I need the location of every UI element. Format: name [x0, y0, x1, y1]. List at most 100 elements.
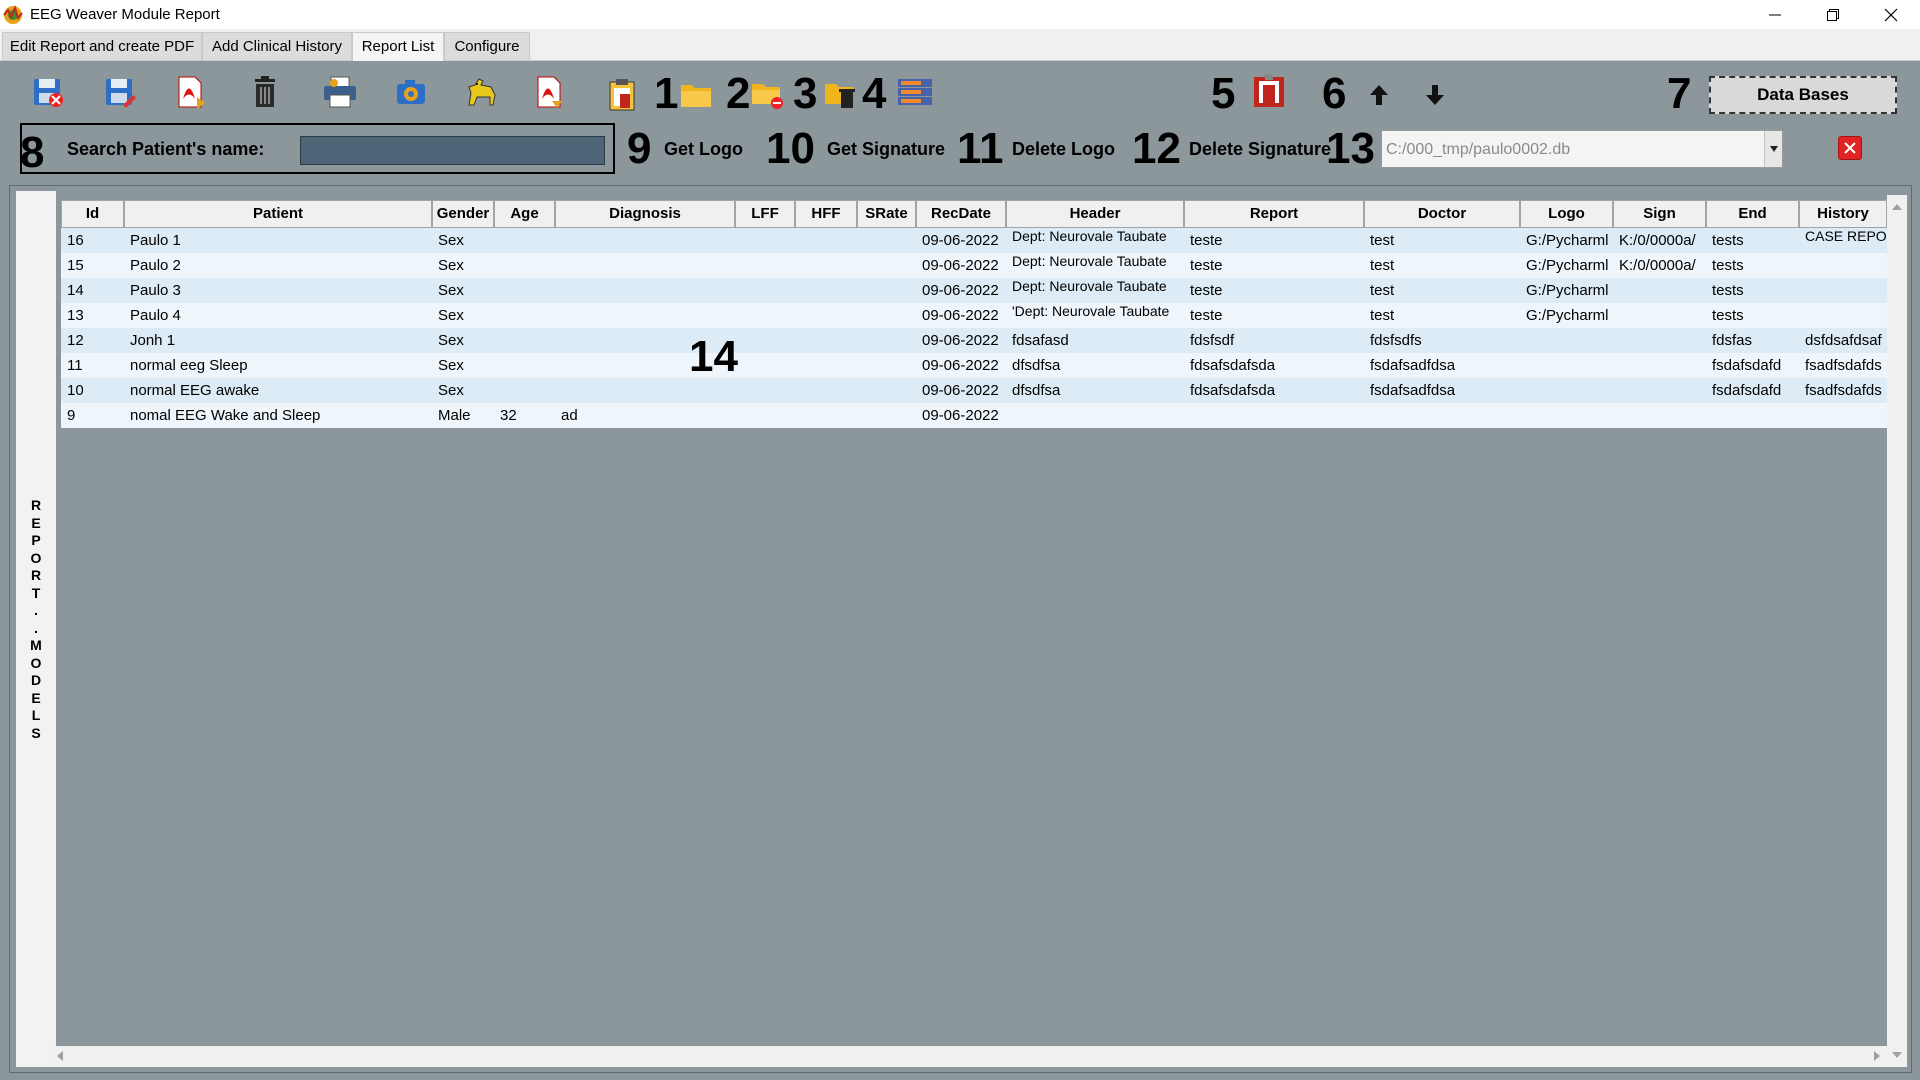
- get-signature-folder-button[interactable]: [748, 73, 788, 113]
- cell-report[interactable]: teste: [1184, 253, 1364, 278]
- cell-recdate[interactable]: 09-06-2022: [916, 403, 1006, 428]
- cell-header[interactable]: dfsdfsa: [1006, 378, 1184, 403]
- column-header-gender[interactable]: Gender: [432, 200, 494, 228]
- delete-logo-button[interactable]: Delete Logo: [1012, 139, 1115, 160]
- cell-end[interactable]: fdsfas: [1706, 328, 1799, 353]
- tab-edit-report[interactable]: Edit Report and create PDF: [2, 32, 202, 61]
- cell-patient[interactable]: normal eeg Sleep: [124, 353, 432, 378]
- cell-recdate[interactable]: 09-06-2022: [916, 278, 1006, 303]
- cell-header[interactable]: fdsafasd: [1006, 328, 1184, 353]
- cell-id[interactable]: 11: [61, 353, 124, 378]
- cell-srate[interactable]: [857, 278, 916, 303]
- cell-sign[interactable]: [1613, 303, 1706, 328]
- cell-patient[interactable]: Paulo 4: [124, 303, 432, 328]
- table-row[interactable]: 10 normal EEG awake Sex 09-06-2022 dfsdfsa fd…: [61, 378, 1887, 403]
- column-header-diagnosis[interactable]: Diagnosis: [555, 200, 735, 228]
- cell-header[interactable]: Dept: Neurovale Taubate: [1006, 279, 1184, 304]
- cell-logo[interactable]: [1520, 328, 1613, 353]
- cell-id[interactable]: 16: [61, 228, 124, 253]
- table-row[interactable]: 15 Paulo 2 Sex 09-06-2022 Dept: Neurovale Ta…: [61, 253, 1887, 278]
- tab-configure[interactable]: Configure: [444, 32, 530, 61]
- cell-report[interactable]: teste: [1184, 278, 1364, 303]
- get-signature-button[interactable]: Get Signature: [827, 139, 945, 160]
- cell-diagnosis[interactable]: [555, 253, 735, 278]
- cell-history[interactable]: [1799, 403, 1887, 428]
- cell-recdate[interactable]: 09-06-2022: [916, 353, 1006, 378]
- cell-age[interactable]: [494, 228, 555, 253]
- cell-doctor[interactable]: test: [1364, 303, 1520, 328]
- cell-age[interactable]: 32: [494, 403, 555, 428]
- cell-id[interactable]: 13: [61, 303, 124, 328]
- cell-end[interactable]: tests: [1706, 303, 1799, 328]
- cell-end[interactable]: fsdafsdafd: [1706, 378, 1799, 403]
- cell-doctor[interactable]: fsdafsadfdsa: [1364, 353, 1520, 378]
- cell-lff[interactable]: [735, 403, 795, 428]
- delete-signature-button[interactable]: Delete Signature: [1189, 139, 1331, 160]
- cell-header[interactable]: [1006, 403, 1184, 428]
- search-input[interactable]: [300, 136, 605, 165]
- cell-id[interactable]: 12: [61, 328, 124, 353]
- cell-sign[interactable]: [1613, 353, 1706, 378]
- cell-end[interactable]: [1706, 403, 1799, 428]
- column-header-patient[interactable]: Patient: [124, 200, 432, 228]
- column-header-end[interactable]: End: [1706, 200, 1799, 228]
- cell-gender[interactable]: Sex: [432, 353, 494, 378]
- column-header-history[interactable]: History: [1799, 200, 1887, 228]
- cell-doctor[interactable]: [1364, 403, 1520, 428]
- cell-srate[interactable]: [857, 228, 916, 253]
- database-button[interactable]: [895, 74, 935, 114]
- cell-diagnosis[interactable]: [555, 303, 735, 328]
- restore-button[interactable]: [1804, 0, 1862, 29]
- cell-header[interactable]: Dept: Neurovale Taubate: [1006, 229, 1184, 254]
- cell-id[interactable]: 15: [61, 253, 124, 278]
- cell-patient[interactable]: Paulo 3: [124, 278, 432, 303]
- column-header-recdate[interactable]: RecDate: [916, 200, 1006, 228]
- cell-srate[interactable]: [857, 403, 916, 428]
- tab-report-list[interactable]: Report List: [352, 32, 444, 62]
- table-row[interactable]: 12 Jonh 1 Sex 09-06-2022 fdsafasd fdsfsdf fdsf…: [61, 328, 1887, 353]
- save-as-button[interactable]: [100, 72, 140, 112]
- cell-srate[interactable]: [857, 353, 916, 378]
- cell-logo[interactable]: [1520, 353, 1613, 378]
- cell-doctor[interactable]: fdsfsdfs: [1364, 328, 1520, 353]
- cell-srate[interactable]: [857, 378, 916, 403]
- cell-recdate[interactable]: 09-06-2022: [916, 253, 1006, 278]
- cell-report[interactable]: teste: [1184, 303, 1364, 328]
- cell-lff[interactable]: [735, 303, 795, 328]
- column-header-doctor[interactable]: Doctor: [1364, 200, 1520, 228]
- delete-button[interactable]: [245, 72, 285, 112]
- cell-lff[interactable]: [735, 353, 795, 378]
- cell-report[interactable]: fdsfsdf: [1184, 328, 1364, 353]
- cell-hff[interactable]: [795, 328, 857, 353]
- database-path-select[interactable]: C:/000_tmp/paulo0002.db: [1381, 130, 1783, 168]
- cell-end[interactable]: tests: [1706, 278, 1799, 303]
- cell-patient[interactable]: nomal EEG Wake and Sleep: [124, 403, 432, 428]
- cell-history[interactable]: [1799, 254, 1887, 279]
- cell-end[interactable]: tests: [1706, 228, 1799, 253]
- table-row[interactable]: 13 Paulo 4 Sex 09-06-2022 'Dept: Neurovale T…: [61, 303, 1887, 328]
- cell-gender[interactable]: Sex: [432, 253, 494, 278]
- cell-logo[interactable]: G:/Pycharml: [1520, 303, 1613, 328]
- scroll-down-icon[interactable]: [1887, 1047, 1907, 1063]
- clipboard-button[interactable]: [602, 75, 642, 115]
- cell-sign[interactable]: [1613, 403, 1706, 428]
- cell-end[interactable]: tests: [1706, 253, 1799, 278]
- table-row[interactable]: 11 normal eeg Sleep Sex 09-06-2022 dfsdfsa fd…: [61, 353, 1887, 378]
- cell-history[interactable]: [1799, 279, 1887, 304]
- cell-report[interactable]: fdsafsdafsda: [1184, 378, 1364, 403]
- cell-hff[interactable]: [795, 278, 857, 303]
- clear-database-button[interactable]: [1838, 136, 1862, 160]
- tab-add-clinical-history[interactable]: Add Clinical History: [202, 32, 352, 61]
- cell-diagnosis[interactable]: [555, 228, 735, 253]
- cell-hff[interactable]: [795, 378, 857, 403]
- cell-history[interactable]: [1799, 304, 1887, 329]
- cell-hff[interactable]: [795, 303, 857, 328]
- cell-age[interactable]: [494, 303, 555, 328]
- cell-header[interactable]: dfsdfsa: [1006, 353, 1184, 378]
- column-header-hff[interactable]: HFF: [795, 200, 857, 228]
- cell-logo[interactable]: [1520, 403, 1613, 428]
- print-button[interactable]: [320, 72, 360, 112]
- column-header-id[interactable]: Id: [61, 200, 124, 228]
- cell-gender[interactable]: Sex: [432, 228, 494, 253]
- move-up-button[interactable]: [1359, 75, 1399, 115]
